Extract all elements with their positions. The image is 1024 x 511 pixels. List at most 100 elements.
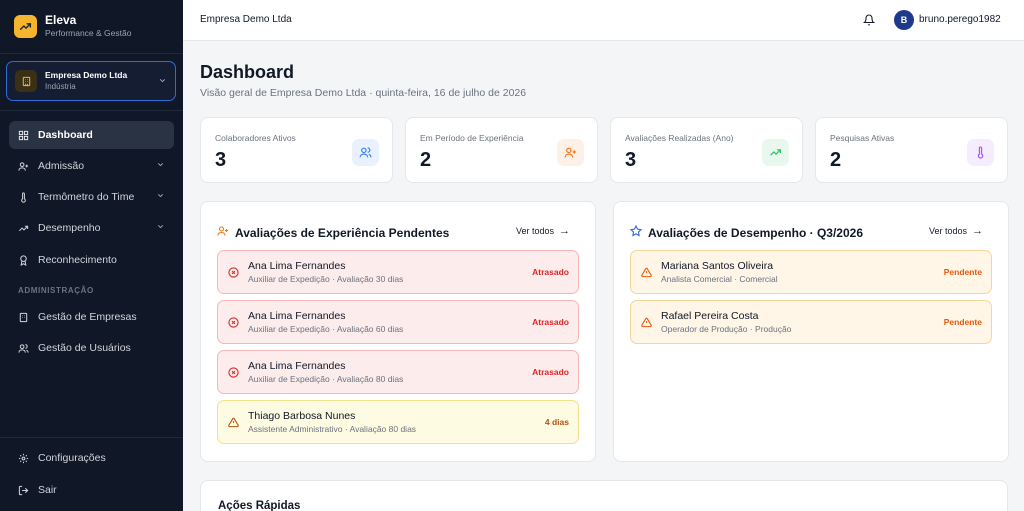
sidebar-item-label: Configurações	[38, 452, 106, 464]
company-selector[interactable]: Empresa Demo Ltda Indústria	[6, 61, 176, 101]
stat-card-colaboradores[interactable]: Colaboradores Ativos 3	[200, 117, 393, 183]
status-badge: Atrasado	[532, 367, 569, 377]
row-detail: Auxiliar de Expedição · Avaliação 30 dia…	[248, 273, 404, 284]
logout-icon	[18, 485, 29, 496]
row-name: Thiago Barbosa Nunes	[248, 409, 356, 422]
x-circle-icon	[227, 316, 239, 328]
sidebar-item-dashboard[interactable]: Dashboard	[9, 121, 174, 149]
trending-up-icon	[762, 139, 789, 166]
page-title: Dashboard	[200, 62, 295, 82]
x-circle-icon	[227, 366, 239, 378]
status-badge: Pendente	[943, 267, 982, 277]
stat-card-experiencia[interactable]: Em Período de Experiência 2	[405, 117, 598, 183]
stat-value: 3	[625, 149, 637, 171]
list-item[interactable]: Rafael Pereira Costa Operador de Produçã…	[630, 300, 992, 344]
thermometer-icon	[967, 139, 994, 166]
bell-icon[interactable]	[862, 13, 877, 27]
sidebar-item-admissao[interactable]: Admissão	[9, 152, 174, 180]
quick-actions-title: Ações Rápidas	[218, 500, 301, 511]
stat-value: 2	[830, 149, 842, 171]
row-detail: Assistente Administrativo · Avaliação 80…	[248, 423, 417, 434]
gear-icon	[18, 453, 29, 464]
divider	[0, 53, 183, 54]
brand[interactable]: Eleva Performance & Gestão	[14, 14, 131, 39]
stat-label: Pesquisas Ativas	[830, 133, 895, 143]
row-name: Mariana Santos Oliveira	[661, 259, 774, 272]
stat-card-avaliacoes[interactable]: Avaliações Realizadas (Ano) 3	[610, 117, 803, 183]
company-segment: Indústria	[45, 82, 76, 91]
sidebar-item-gestao-empresas[interactable]: Gestão de Empresas	[9, 303, 174, 331]
building-icon	[18, 312, 29, 323]
status-badge: Atrasado	[532, 267, 569, 277]
sidebar-item-label: Termômetro do Time	[38, 191, 135, 203]
thermometer-icon	[18, 191, 29, 203]
users-icon	[18, 343, 29, 354]
user-plus-icon	[18, 161, 29, 172]
user-plus-icon	[557, 139, 584, 166]
sidebar-item-label: Reconhecimento	[38, 254, 117, 266]
star-icon	[629, 224, 643, 242]
topbar-company-name: Empresa Demo Ltda	[200, 14, 292, 25]
row-name: Ana Lima Fernandes	[248, 259, 346, 272]
page-subtitle: Visão geral de Empresa Demo Ltda · quint…	[200, 87, 527, 99]
divider	[0, 437, 183, 438]
status-badge: 4 dias	[544, 417, 569, 427]
users-icon	[352, 139, 379, 166]
list-item[interactable]: Thiago Barbosa Nunes Assistente Administ…	[217, 400, 579, 444]
sidebar-item-desempenho[interactable]: Desempenho	[9, 214, 174, 242]
see-all-label: Ver todos	[929, 226, 968, 236]
sidebar-item-label: Desempenho	[38, 222, 101, 234]
brand-name: Eleva	[45, 13, 77, 27]
building-icon	[15, 70, 37, 92]
list-item[interactable]: Ana Lima Fernandes Auxiliar de Expedição…	[217, 300, 579, 344]
row-name: Rafael Pereira Costa	[661, 309, 759, 322]
chevron-down-icon	[158, 72, 167, 90]
chevron-down-icon	[156, 160, 165, 172]
arrow-right-icon: →	[972, 225, 984, 237]
sidebar-item-gestao-usuarios[interactable]: Gestão de Usuários	[9, 334, 174, 362]
brand-logo-icon	[14, 15, 37, 38]
stat-card-pesquisas[interactable]: Pesquisas Ativas 2	[815, 117, 1008, 183]
avatar[interactable]: B	[894, 10, 914, 30]
list-item[interactable]: Ana Lima Fernandes Auxiliar de Expedição…	[217, 250, 579, 294]
stat-label: Colaboradores Ativos	[215, 133, 296, 143]
status-badge: Pendente	[943, 317, 982, 327]
sidebar-item-label: Gestão de Usuários	[38, 342, 131, 354]
panel-title: Avaliações de Desempenho · Q3/2026	[648, 226, 863, 240]
experience-panel: Avaliações de Experiência Pendentes Ver …	[200, 201, 596, 462]
user-name[interactable]: bruno.perego1982	[919, 14, 1001, 25]
brand-subtitle: Performance & Gestão	[45, 28, 132, 38]
chevron-down-icon	[156, 222, 165, 234]
sidebar-item-label: Gestão de Empresas	[38, 311, 137, 323]
panel-title: Avaliações de Experiência Pendentes	[235, 226, 450, 240]
see-all-label: Ver todos	[516, 226, 555, 236]
sidebar-item-reconhecimento[interactable]: Reconhecimento	[9, 246, 174, 274]
list-item[interactable]: Mariana Santos Oliveira Analista Comerci…	[630, 250, 992, 294]
stat-label: Avaliações Realizadas (Ano)	[625, 133, 734, 143]
row-detail: Operador de Produção · Produção	[661, 323, 792, 334]
divider	[0, 110, 183, 111]
sidebar-item-sair[interactable]: Sair	[9, 476, 174, 504]
row-detail: Auxiliar de Expedição · Avaliação 80 dia…	[248, 373, 404, 384]
stat-value: 2	[420, 149, 432, 171]
sidebar-item-label: Dashboard	[38, 129, 93, 141]
topbar: Empresa Demo Ltda B bruno.perego1982	[183, 0, 1024, 41]
user-plus-icon	[217, 224, 229, 242]
row-name: Ana Lima Fernandes	[248, 309, 346, 322]
stat-value: 3	[215, 149, 227, 171]
arrow-right-icon: →	[559, 225, 571, 237]
sidebar-item-configuracoes[interactable]: Configurações	[9, 444, 174, 472]
see-all-link[interactable]: Ver todos →	[516, 225, 570, 237]
see-all-link[interactable]: Ver todos →	[929, 225, 983, 237]
grid-icon	[18, 130, 29, 141]
x-circle-icon	[227, 266, 239, 278]
sidebar: Eleva Performance & Gestão Empresa Demo …	[0, 0, 183, 511]
list-item[interactable]: Ana Lima Fernandes Auxiliar de Expedição…	[217, 350, 579, 394]
row-detail: Analista Comercial · Comercial	[661, 273, 778, 284]
chevron-down-icon	[156, 191, 165, 203]
sidebar-item-label: Sair	[38, 484, 57, 496]
company-name: Empresa Demo Ltda	[45, 70, 128, 80]
sidebar-item-termometro[interactable]: Termômetro do Time	[9, 183, 174, 211]
award-icon	[18, 254, 29, 266]
warning-icon	[640, 266, 652, 278]
